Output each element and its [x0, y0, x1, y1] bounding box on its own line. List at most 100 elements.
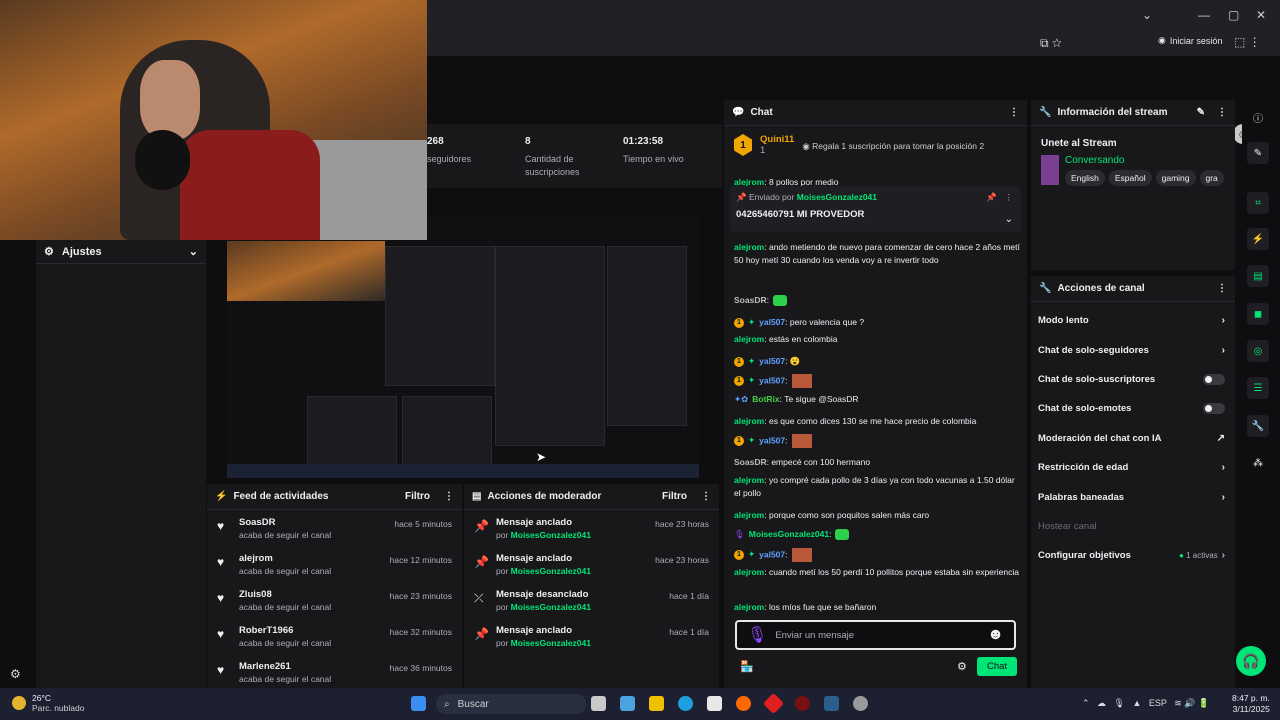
window-maximize-button[interactable]: ▢	[1228, 8, 1239, 22]
browser-menu-icons[interactable]: ⬚ ⋮	[1234, 35, 1261, 49]
login-button[interactable]: ◉ Iniciar sesión	[1158, 35, 1222, 46]
chat-username[interactable]: alejrom	[734, 416, 764, 426]
chat-send-button[interactable]: Chat	[977, 657, 1017, 676]
copilot-icon[interactable]	[620, 696, 635, 711]
chat-username[interactable]: SoasDR	[734, 295, 767, 305]
pencil-icon[interactable]: ✎	[1247, 142, 1269, 164]
channel-action-item[interactable]: Palabras baneadas ›	[1031, 482, 1235, 511]
chat-bubble-icon[interactable]: ◼	[1247, 303, 1269, 325]
bolt-icon[interactable]: ⚡	[1247, 228, 1269, 250]
more-options-icon[interactable]: ⋮	[1005, 192, 1014, 203]
list-item[interactable]: 📌 Mensaje anclado por MoisesGonzalez041 hac…	[464, 550, 719, 586]
pinned-message[interactable]: 📌 Enviado por MoisesGonzalez041 📌 ⋮ 0426…	[730, 186, 1021, 232]
gear-icon[interactable]: ⚙	[10, 667, 21, 681]
mod-by-user[interactable]: MoisesGonzalez041	[511, 566, 591, 576]
system-tray[interactable]: ⌃ ☁ 🎙 ▲ ESP ≋ 🔊 🔋	[1082, 698, 1209, 709]
stream-tag[interactable]: gra	[1199, 170, 1224, 186]
channel-action-item[interactable]: Restricción de edad ›	[1031, 453, 1235, 482]
more-options-icon[interactable]: ⋮	[444, 491, 454, 502]
toggle-switch[interactable]	[1203, 373, 1225, 385]
list-item[interactable]: 📌 Mensaje anclado por MoisesGonzalez041 hac…	[464, 622, 719, 658]
info-icon[interactable]: ⓘ	[1247, 106, 1269, 128]
chevron-down-icon[interactable]: ⌄	[189, 245, 198, 258]
channel-action-item[interactable]: Modo lento ›	[1031, 306, 1235, 335]
steam-icon[interactable]	[824, 696, 839, 711]
chat-username[interactable]: alejrom	[734, 334, 764, 344]
pinned-by-user[interactable]: MoisesGonzalez041	[797, 192, 877, 202]
layers-icon[interactable]: ☰	[1247, 377, 1269, 399]
settings-header[interactable]: ⚙ Ajustes ⌄	[36, 240, 206, 264]
mod-by-user[interactable]: MoisesGonzalez041	[511, 530, 591, 540]
category-name[interactable]: Conversando	[1065, 155, 1225, 166]
chat-username[interactable]: alejrom	[734, 475, 764, 485]
channel-action-item[interactable]: Configurar objetivos ● 1 activas ›	[1031, 541, 1235, 570]
app-dark-red-icon[interactable]	[795, 696, 810, 711]
document-icon[interactable]: ▤	[1247, 265, 1269, 287]
gear-icon[interactable]: ⚙	[957, 660, 967, 673]
tab-list-chevron-icon[interactable]: ⌄	[1142, 8, 1152, 22]
edge-icon[interactable]	[678, 696, 693, 711]
channel-action-item[interactable]: Chat de solo-suscriptores	[1031, 365, 1235, 394]
weather-widget[interactable]: 26°C Parc. nublado	[12, 693, 84, 713]
top-gifter-name[interactable]: Quini11	[760, 134, 794, 145]
wrench-icon[interactable]: 🔧	[1247, 415, 1269, 437]
more-options-icon[interactable]: ⋮	[1217, 283, 1227, 294]
help-headset-icon[interactable]: 🎧	[1236, 646, 1266, 676]
emote-icon[interactable]	[791, 548, 812, 562]
filter-button[interactable]: Filtro	[662, 491, 687, 502]
window-close-button[interactable]: ✕	[1256, 8, 1266, 22]
chat-username[interactable]: alejrom	[734, 242, 764, 252]
firefox-icon[interactable]	[736, 696, 751, 711]
category-thumbnail[interactable]	[1041, 155, 1059, 185]
emote-icon[interactable]	[772, 295, 787, 307]
more-options-icon[interactable]: ⋮	[701, 491, 711, 502]
chat-username[interactable]: yal507	[759, 375, 785, 385]
pin-icon[interactable]: 📌	[986, 192, 997, 203]
chat-username[interactable]: BotRix	[752, 394, 779, 404]
emote-icon[interactable]	[791, 434, 812, 448]
list-item[interactable]: 📌 Mensaje anclado por MoisesGonzalez041 hac…	[464, 514, 719, 550]
stream-tag[interactable]: Español	[1108, 170, 1152, 186]
settings-app-icon[interactable]	[853, 696, 868, 711]
broadcast-icon[interactable]: ◎	[1247, 340, 1269, 362]
app-red-icon[interactable]	[762, 692, 785, 715]
chat-input[interactable]	[775, 629, 980, 641]
list-item[interactable]: ♥ alejrom acaba de seguir el canal hace 12 …	[207, 550, 462, 586]
more-options-icon[interactable]: ⋮	[1217, 107, 1227, 118]
window-minimize-button[interactable]: —	[1198, 8, 1210, 22]
stream-tag[interactable]: gaming	[1155, 170, 1196, 186]
emote-icon[interactable]	[835, 529, 850, 541]
users-icon[interactable]: ⁂	[1247, 452, 1269, 474]
mod-by-user[interactable]: MoisesGonzalez041	[511, 638, 591, 648]
address-bar-icons[interactable]: ⧉ ☆	[1040, 36, 1062, 51]
chevron-down-icon[interactable]: ⌄	[1005, 214, 1013, 225]
channel-action-item[interactable]: Chat de solo-emotes	[1031, 394, 1235, 423]
pencil-icon[interactable]: ✎	[1197, 107, 1205, 118]
language-indicator[interactable]: ESP	[1149, 698, 1167, 708]
windows-start-icon[interactable]	[411, 696, 426, 711]
list-item[interactable]: ⤫ Mensaje desanclado por MoisesGonzalez041…	[464, 586, 719, 622]
emoji-icon[interactable]: ☻	[987, 626, 1004, 644]
emote-icon[interactable]	[791, 374, 812, 388]
chat-username[interactable]: MoisesGonzalez041	[749, 529, 829, 539]
task-view-icon[interactable]	[591, 696, 606, 711]
chat-username[interactable]: yal507	[759, 317, 785, 327]
list-item[interactable]: ♥ RoberT1966 acaba de seguir el canal hace …	[207, 622, 462, 658]
list-item[interactable]: ♥ Zluis08 acaba de seguir el canal hace 23 …	[207, 586, 462, 622]
store-icon[interactable]: 🏪	[740, 660, 754, 673]
chat-username[interactable]: yal507	[759, 435, 785, 445]
taskbar-clock[interactable]: 8:47 p. m. 3/11/2025	[1232, 693, 1270, 715]
filter-button[interactable]: Filtro	[405, 491, 430, 502]
chat-username[interactable]: SoasDR	[734, 457, 767, 467]
file-explorer-icon[interactable]	[649, 696, 664, 711]
crop-icon[interactable]: ⌗	[1247, 192, 1269, 214]
chat-username[interactable]: alejrom	[734, 602, 764, 612]
chat-username[interactable]: yal507	[759, 549, 785, 559]
stream-preview[interactable]	[227, 216, 699, 478]
channel-action-item[interactable]: Chat de solo-seguidores ›	[1031, 335, 1235, 364]
taskbar-search[interactable]: ⌕ Buscar	[436, 694, 586, 714]
store-icon[interactable]	[707, 696, 722, 711]
chat-username[interactable]: alejrom	[734, 510, 764, 520]
stream-tag[interactable]: English	[1065, 170, 1105, 186]
chat-input-box[interactable]: 🎙 ☻	[735, 620, 1016, 650]
